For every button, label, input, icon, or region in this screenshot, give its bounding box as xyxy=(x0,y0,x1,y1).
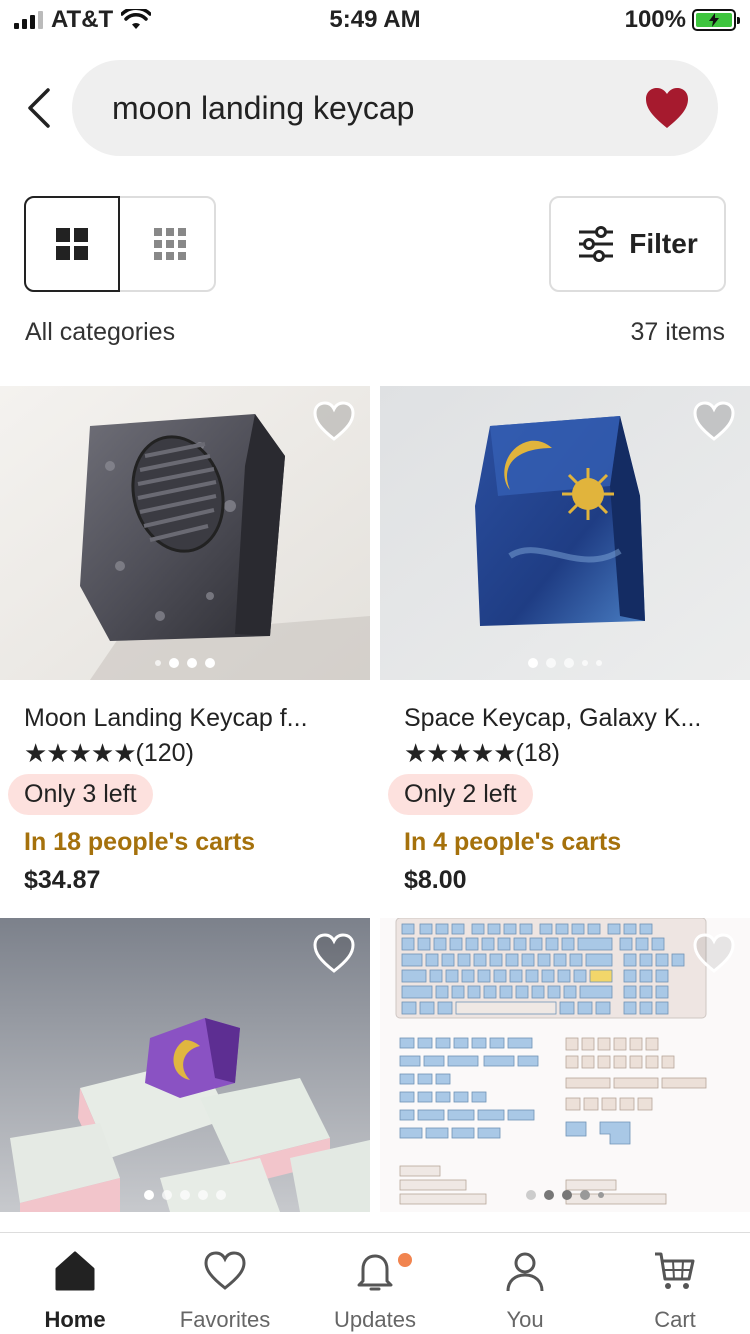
listing-card[interactable]: Moon Landing Keycap f... ★★★★★ (120) Only… xyxy=(0,386,370,906)
notification-dot xyxy=(398,1253,412,1267)
listing-image[interactable] xyxy=(380,386,750,680)
image-carousel-dots xyxy=(0,1190,370,1200)
listing-image[interactable] xyxy=(0,918,370,1212)
home-icon xyxy=(55,1251,95,1291)
rating: ★★★★★ (18) xyxy=(404,738,560,769)
large-grid-view-button[interactable] xyxy=(24,196,120,292)
review-count: (18) xyxy=(515,739,561,767)
tab-label: Home xyxy=(44,1307,106,1332)
search-input[interactable] xyxy=(112,84,632,132)
carts-info: In 4 people's carts xyxy=(404,828,622,856)
battery-icon xyxy=(692,9,740,31)
status-bar: AT&T 5:49 AM 100% xyxy=(0,0,750,40)
person-icon xyxy=(506,1252,544,1292)
listing-title[interactable]: Moon Landing Keycap f... xyxy=(24,704,308,733)
tab-label: You xyxy=(506,1307,544,1332)
result-count: 37 items xyxy=(630,318,725,346)
review-count: (120) xyxy=(135,739,194,767)
image-carousel-dots xyxy=(0,658,370,668)
tab-updates[interactable]: Updates xyxy=(300,1233,450,1334)
listing-price: $8.00 xyxy=(404,866,467,894)
bottom-tab-bar: Home Favorites Updates You Cart xyxy=(0,1232,750,1334)
battery-percent: 100% xyxy=(624,6,686,33)
tab-favorites[interactable]: Favorites xyxy=(150,1233,300,1334)
stock-badge: Only 2 left xyxy=(388,774,533,815)
large-grid-icon xyxy=(56,228,88,260)
rating: ★★★★★ (120) xyxy=(24,738,194,769)
listing-price: $34.87 xyxy=(24,866,101,894)
image-carousel-dots xyxy=(380,658,750,668)
rating-stars: ★★★★★ xyxy=(404,738,517,768)
listing-image[interactable] xyxy=(0,386,370,680)
back-arrow-icon[interactable] xyxy=(22,86,62,130)
filter-button[interactable]: Filter xyxy=(549,196,726,292)
listing-card[interactable] xyxy=(380,918,750,1212)
cart-icon xyxy=(655,1252,695,1289)
sliders-icon xyxy=(579,226,614,262)
tab-home[interactable]: Home xyxy=(0,1233,150,1334)
small-grid-icon xyxy=(154,228,186,260)
heart-icon xyxy=(204,1251,246,1290)
save-search-heart-icon[interactable] xyxy=(644,86,690,130)
tab-label: Cart xyxy=(654,1307,696,1332)
search-bar[interactable] xyxy=(72,60,718,156)
category-label[interactable]: All categories xyxy=(25,318,175,347)
filter-label: Filter xyxy=(629,228,698,259)
favorite-heart-icon[interactable] xyxy=(692,400,736,442)
carts-info: In 18 people's carts xyxy=(24,828,256,856)
image-carousel-dots xyxy=(380,1190,750,1200)
listing-card[interactable]: Space Keycap, Galaxy K... ★★★★★ (18) Only… xyxy=(380,386,750,906)
view-toggle xyxy=(24,196,216,292)
listing-title[interactable]: Space Keycap, Galaxy K... xyxy=(404,704,701,733)
tab-cart[interactable]: Cart xyxy=(600,1233,750,1334)
listing-image[interactable] xyxy=(380,918,750,1212)
favorite-heart-icon[interactable] xyxy=(692,932,736,974)
bell-icon xyxy=(357,1254,393,1291)
tab-you[interactable]: You xyxy=(450,1233,600,1334)
tab-label: Favorites xyxy=(179,1307,271,1332)
favorite-heart-icon[interactable] xyxy=(312,932,356,974)
listing-card[interactable] xyxy=(0,918,370,1212)
stock-badge: Only 3 left xyxy=(8,774,153,815)
tab-label: Updates xyxy=(334,1307,416,1332)
rating-stars: ★★★★★ xyxy=(24,738,137,768)
small-grid-view-button[interactable] xyxy=(122,196,218,292)
favorite-heart-icon[interactable] xyxy=(312,400,356,442)
